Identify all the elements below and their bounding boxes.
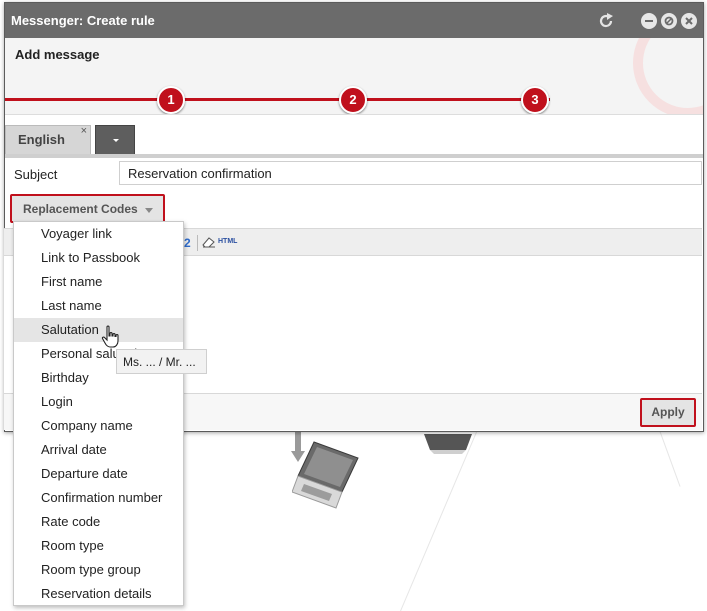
menu-item[interactable]: Login: [14, 390, 183, 414]
menu-item[interactable]: Rate code: [14, 510, 183, 534]
replacement-codes-button[interactable]: Replacement Codes: [10, 194, 165, 223]
replacement-codes-label: Replacement Codes: [23, 202, 138, 216]
menu-item[interactable]: Voyager link: [14, 222, 183, 246]
menu-item[interactable]: Salutation: [14, 318, 183, 342]
menu-item[interactable]: Company name: [14, 414, 183, 438]
subject-input[interactable]: [119, 161, 702, 185]
subject-label: Subject: [14, 167, 58, 182]
menu-item[interactable]: First name: [14, 270, 183, 294]
laptop-icon: [292, 441, 359, 509]
screen: Messenger: Create rule Add message 1 2 3…: [0, 0, 707, 611]
subject-row: Subject: [4, 160, 704, 190]
menu-item[interactable]: Room type: [14, 534, 183, 558]
menu-item[interactable]: Room type group: [14, 558, 183, 582]
device-icon: [424, 434, 472, 454]
toolbar-separator: [197, 235, 198, 251]
caret-down-icon: [145, 208, 153, 213]
hand-cursor-icon: [101, 325, 119, 348]
menu-item[interactable]: Link to Passbook: [14, 246, 183, 270]
eraser-icon[interactable]: [202, 236, 216, 248]
menu-item[interactable]: Confirmation number: [14, 486, 183, 510]
background-line: [659, 430, 681, 487]
replacement-codes-menu: Voyager link Link to Passbook First name La…: [13, 221, 184, 606]
menu-item[interactable]: Arrival date: [14, 438, 183, 462]
apply-button[interactable]: Apply: [640, 398, 696, 427]
menu-item[interactable]: Last name: [14, 294, 183, 318]
toolbar-icon[interactable]: 2: [184, 236, 191, 250]
menu-item[interactable]: Reservation details: [14, 582, 183, 606]
html-source-button[interactable]: HTML: [218, 238, 237, 245]
menu-item[interactable]: Departure date: [14, 462, 183, 486]
salutation-tooltip: Ms. ... / Mr. ...: [116, 349, 207, 374]
